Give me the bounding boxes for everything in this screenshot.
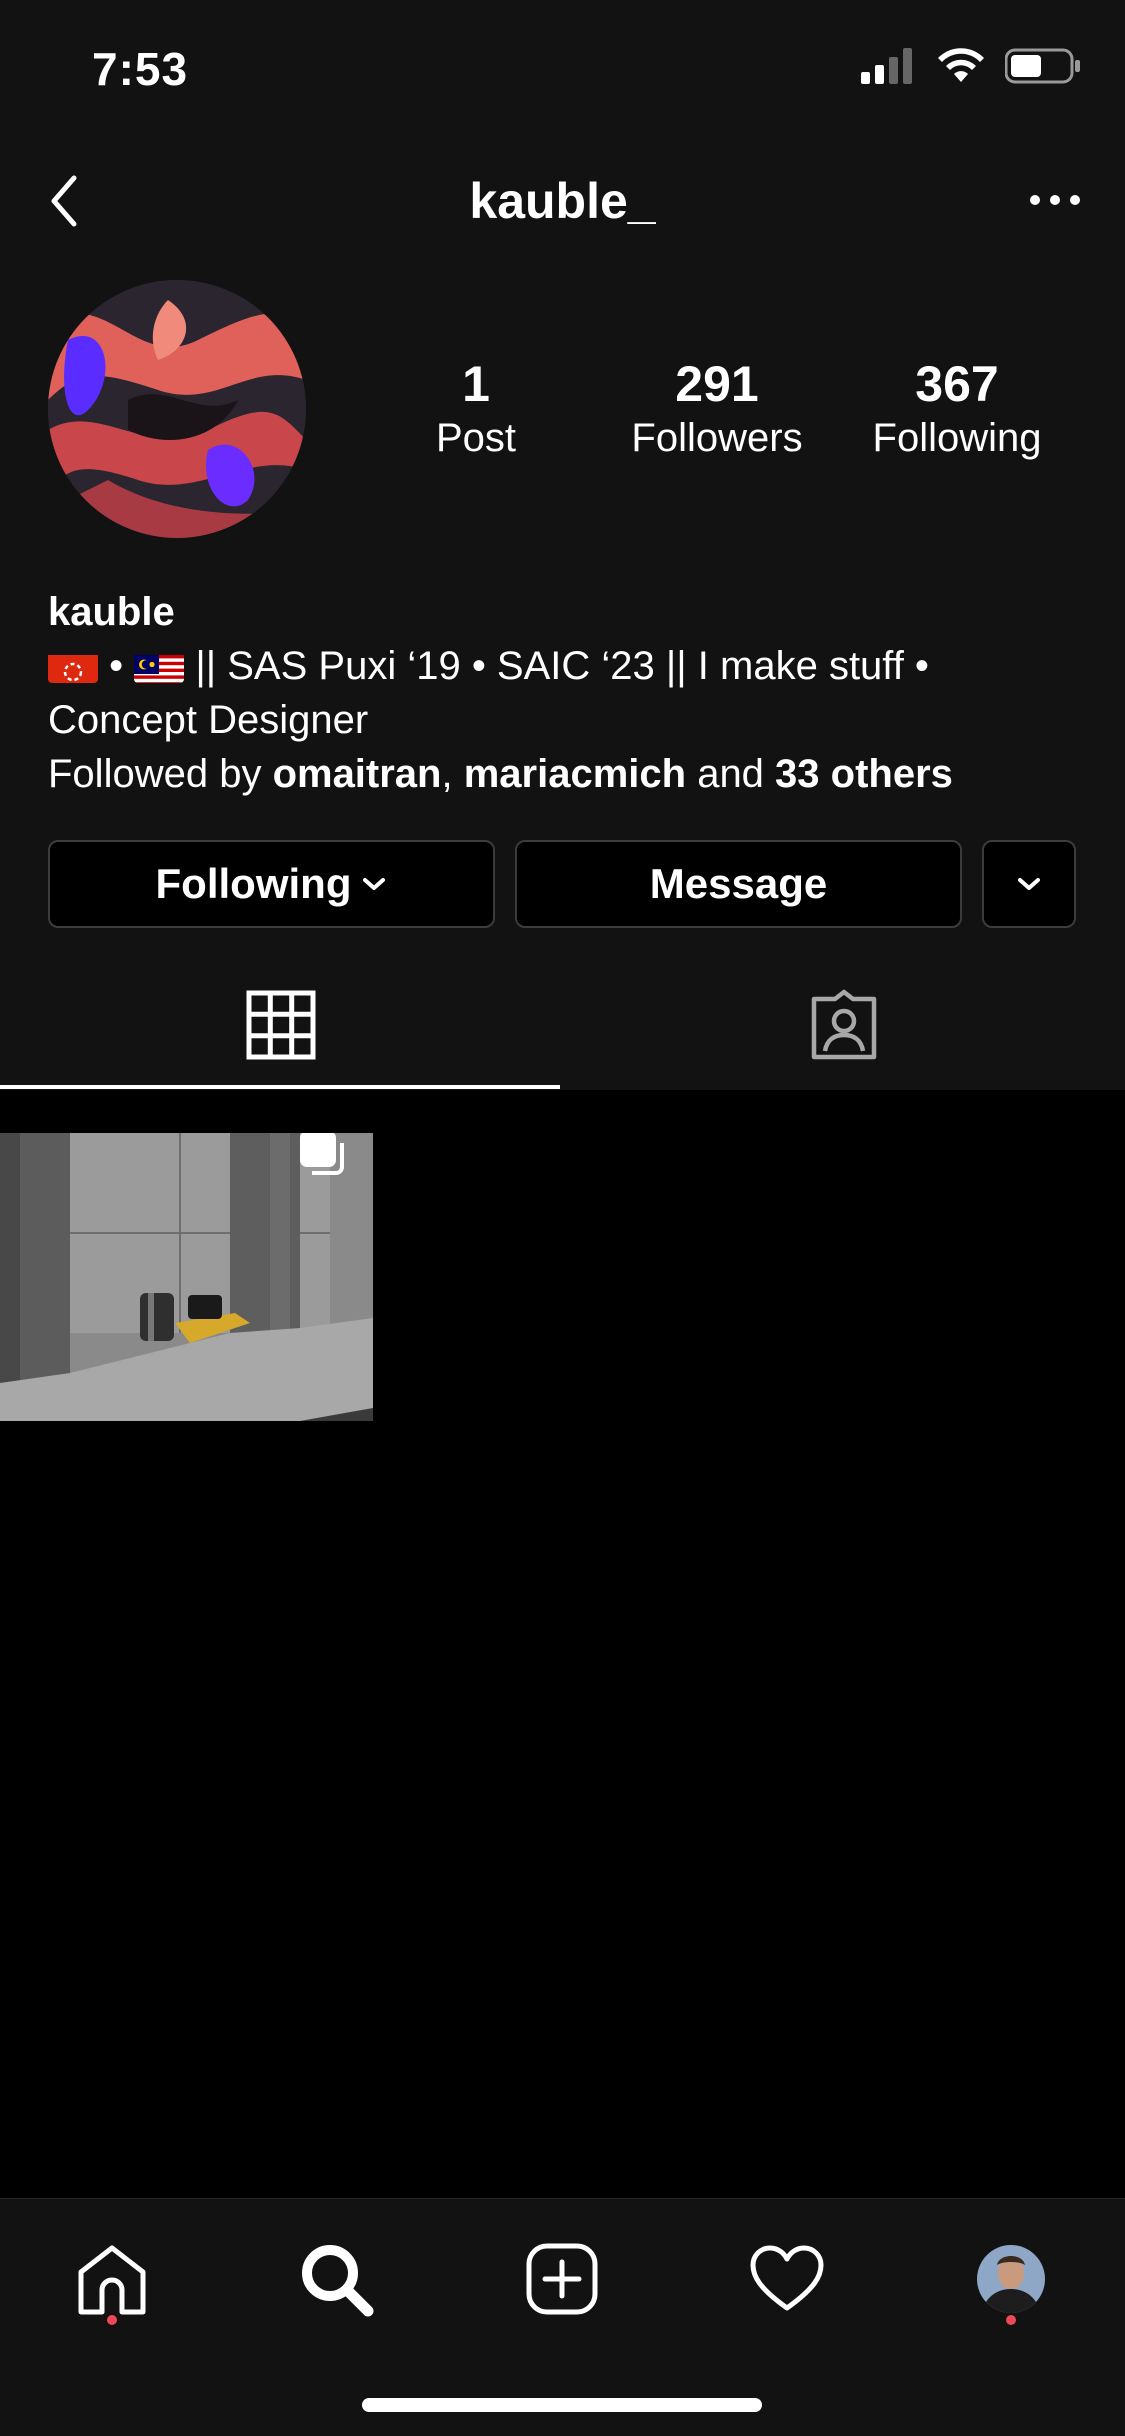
suggested-accounts-button[interactable]	[982, 840, 1076, 928]
nav-home[interactable]	[62, 2229, 162, 2329]
profile-bio: kauble • || SAS Puxi ‘19 • SAIC ‘23 || I…	[48, 585, 1088, 801]
followed-user-link[interactable]: omaitran	[273, 752, 442, 796]
following-button-label: Following	[155, 860, 352, 907]
page-title: kauble_	[469, 173, 656, 229]
home-indicator[interactable]	[362, 2398, 762, 2412]
followers-label: Followers	[631, 416, 803, 460]
nav-activity[interactable]	[737, 2229, 837, 2329]
bio-category: Concept Designer	[48, 698, 369, 742]
posts-number: 1	[462, 356, 490, 412]
heart-icon	[750, 2245, 824, 2311]
tab-tagged[interactable]	[563, 960, 1125, 1090]
notification-dot	[107, 2315, 117, 2325]
message-button[interactable]: Message	[515, 840, 962, 928]
posts-count[interactable]: 1 Post	[356, 355, 596, 463]
followed-separator: ,	[441, 752, 464, 796]
cellular-signal-icon	[861, 48, 912, 84]
profile-name: kauble	[48, 590, 175, 634]
avatar-image	[48, 280, 306, 538]
nav-new-post[interactable]	[512, 2229, 612, 2329]
profile-avatar[interactable]	[48, 280, 306, 538]
more-horizontal-icon[interactable]	[1025, 180, 1085, 220]
tagged-person-icon	[811, 989, 877, 1060]
post-thumbnail[interactable]	[0, 1133, 373, 1421]
notification-dot	[1006, 2315, 1016, 2325]
add-post-icon	[526, 2243, 598, 2315]
profile-header: kauble_	[0, 150, 1125, 250]
followers-number: 291	[675, 356, 759, 412]
wifi-icon	[938, 48, 984, 82]
nav-search[interactable]	[286, 2229, 386, 2329]
followed-by-prefix: Followed by	[48, 752, 273, 796]
bio-line: • || SAS Puxi ‘19 • SAIC ‘23 || I make s…	[48, 639, 1088, 693]
message-button-label: Message	[649, 860, 828, 907]
profile-avatar	[977, 2245, 1045, 2313]
chevron-down-icon	[363, 878, 386, 890]
search-icon	[302, 2245, 374, 2317]
followed-by[interactable]: Followed by omaitran, mariacmich and 33 …	[48, 747, 1088, 801]
following-count[interactable]: 367 Following	[837, 355, 1077, 463]
followers-count[interactable]: 291 Followers	[597, 355, 837, 463]
active-tab-indicator	[0, 1085, 560, 1089]
followed-others-link[interactable]: 33 others	[775, 752, 953, 796]
tab-grid[interactable]	[0, 960, 562, 1090]
status-bar: 7:53	[0, 0, 1125, 140]
status-time: 7:53	[92, 43, 189, 95]
posts-label: Post	[435, 416, 517, 460]
following-button[interactable]: Following	[48, 840, 495, 928]
followed-user-link[interactable]: mariacmich	[464, 752, 686, 796]
malaysia-flag-icon	[134, 649, 185, 683]
followed-and: and	[686, 752, 776, 796]
bio-text: || SAS Puxi ‘19 • SAIC ‘23 || I make stu…	[184, 644, 929, 688]
grid-icon	[246, 990, 316, 1060]
hong-kong-flag-icon	[48, 649, 98, 683]
following-label: Following	[872, 416, 1042, 460]
chevron-down-icon	[1018, 878, 1040, 890]
following-number: 367	[915, 356, 999, 412]
bio-separator: •	[98, 644, 135, 688]
nav-profile[interactable]	[961, 2229, 1061, 2329]
status-icons	[861, 48, 1081, 84]
carousel-icon	[300, 1133, 344, 1175]
battery-icon	[1005, 48, 1080, 84]
home-icon	[78, 2245, 146, 2315]
